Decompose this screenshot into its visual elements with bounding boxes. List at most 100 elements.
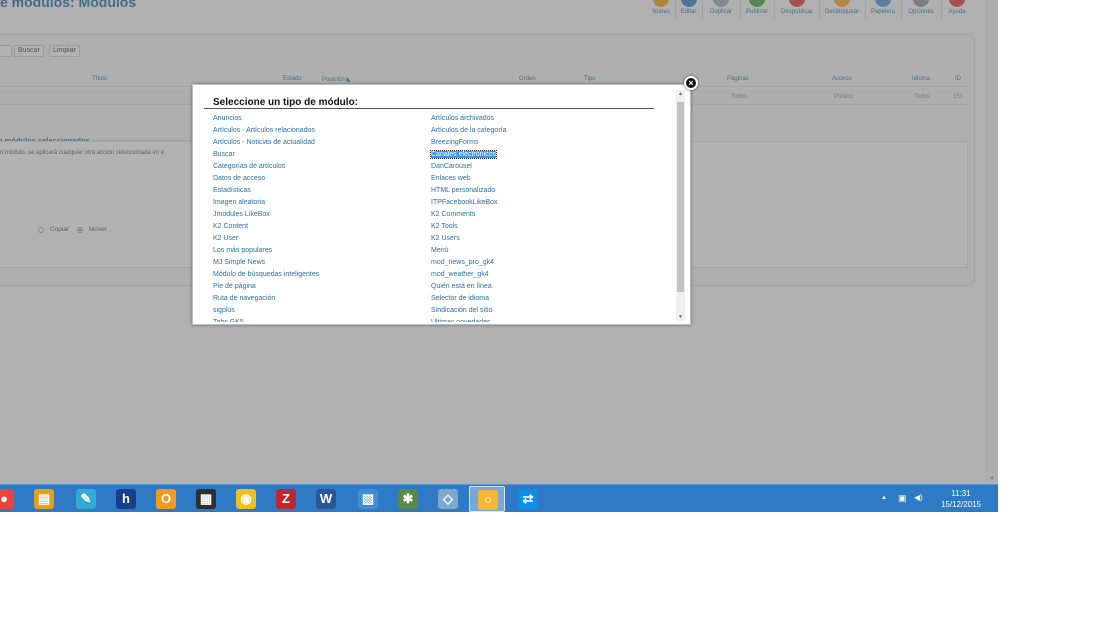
module-type-label: Artículos - Noticias de actualidad (213, 139, 315, 146)
module-type-item[interactable]: ITPFacebookLikeBox (431, 197, 641, 209)
module-type-label: mod_weather_gk4 (431, 271, 489, 278)
module-type-label: Módulo de búsquedas inteligentes (213, 271, 320, 278)
scroll-down-icon[interactable]: ▼ (678, 314, 683, 320)
module-type-item[interactable]: Tabs GK5 (213, 317, 423, 322)
game-app-icon: ▦ (196, 489, 216, 509)
module-type-label: Ruta de navegación (213, 295, 276, 302)
word-icon: W (316, 489, 336, 509)
tray-expand-icon[interactable]: ▲ (881, 495, 887, 501)
taskbar-app-hotspot[interactable]: h (108, 486, 144, 512)
module-type-item[interactable]: Módulo de búsquedas inteligentes (213, 269, 423, 281)
taskbar-app-chrome[interactable]: ● (0, 486, 22, 512)
module-type-label: mod_news_pro_gk4 (431, 259, 495, 266)
module-type-label: sigplus (213, 307, 235, 314)
module-type-item[interactable]: Pie de página (213, 281, 423, 293)
taskbar-app-paint[interactable]: ▧ (350, 486, 386, 512)
module-type-item[interactable]: DanCarousel (431, 161, 641, 173)
module-type-item[interactable]: MJ Simple News (213, 257, 423, 269)
taskbar-app-filezilla[interactable]: Z (268, 486, 304, 512)
module-type-label: HTML personalizado (431, 187, 496, 194)
module-type-item[interactable]: sigplus (213, 305, 423, 317)
desktop-screen: e módulos: Módulos NuevoEditarDuplicarPu… (0, 0, 998, 512)
module-type-label: K2 Content (213, 223, 249, 230)
module-type-label: BreezingForms (431, 139, 479, 146)
module-type-item[interactable]: Anuncios (213, 113, 423, 125)
module-type-item[interactable]: K2 Comments (431, 209, 641, 221)
dialog-scrollbar[interactable]: ▲ ▼ (676, 90, 685, 321)
module-type-item[interactable]: Datos de acceso (213, 173, 423, 185)
module-type-label: K2 Comments (431, 211, 476, 218)
module-type-label: ITPFacebookLikeBox (431, 199, 498, 206)
module-type-item[interactable]: Últimas novedades (431, 317, 641, 322)
filezilla-icon: Z (276, 489, 296, 509)
module-type-label: Anuncios (213, 115, 242, 122)
teamviewer-icon: ⇄ (518, 489, 538, 509)
module-type-item[interactable]: BreezingForms (431, 137, 641, 149)
taskbar-app-word[interactable]: W (308, 486, 344, 512)
module-type-item[interactable]: K2 User (213, 233, 423, 245)
chrome-icon: ● (0, 489, 14, 509)
module-type-label: K2 Users (431, 235, 460, 242)
module-type-label: Buscar (213, 151, 235, 158)
module-type-item[interactable]: Los más populares (213, 245, 423, 257)
module-type-item[interactable]: K2 Tools (431, 221, 641, 233)
scroll-up-icon[interactable]: ▲ (678, 91, 683, 97)
module-type-label: MJ Simple News (213, 259, 266, 266)
module-type-item[interactable]: HTML personalizado (431, 185, 641, 197)
module-type-item[interactable]: Buscar (213, 149, 423, 161)
module-type-item[interactable]: Jmodules LikeBox (213, 209, 423, 221)
module-type-item[interactable]: Artículos archivados (431, 113, 641, 125)
module-type-label: Quién está en línea (431, 283, 492, 290)
module-type-item[interactable]: mod_news_pro_gk4 (431, 257, 641, 269)
module-type-label: Artículos - Artículos relacionados (213, 127, 315, 134)
module-type-item[interactable]: Sindicación del sitio (431, 305, 641, 317)
module-type-item[interactable]: Enlaces web (431, 173, 641, 185)
module-type-item[interactable]: Canales electrónicos (430, 149, 641, 161)
module-type-item[interactable]: Quién está en línea (431, 281, 641, 293)
module-type-item[interactable]: Selector de idioma (431, 293, 641, 305)
module-type-item[interactable]: Menú (431, 245, 641, 257)
module-type-label: Enlaces web (431, 175, 471, 182)
module-type-item[interactable]: Artículos de la categoría (431, 125, 641, 137)
taskbar-app-burner[interactable]: ◉ (228, 486, 264, 512)
dialog-scroll-thumb[interactable] (677, 102, 684, 292)
module-type-label: K2 Tools (431, 223, 458, 230)
clock-date: 15/12/2015 (940, 500, 982, 509)
network-icon[interactable]: ▣ (898, 493, 907, 504)
module-type-label: Jmodules LikeBox (213, 211, 270, 218)
module-type-label: Categorías de artículos (213, 163, 286, 170)
module-type-item[interactable]: K2 Users (431, 233, 641, 245)
taskbar-app-teamviewer[interactable]: ⇄ (510, 486, 546, 512)
clock[interactable]: 11:31 15/12/2015 (936, 488, 986, 510)
clock-time: 11:31 (951, 489, 971, 498)
folder-app-icon: ▤ (34, 489, 54, 509)
module-type-item[interactable]: Artículos - Noticias de actualidad (213, 137, 423, 149)
module-type-item[interactable]: Artículos - Artículos relacionados (213, 125, 423, 137)
taskbar-app-browser-active[interactable]: ○ (469, 486, 505, 512)
module-type-item[interactable]: Imagen aleatoria (213, 197, 423, 209)
module-type-item[interactable]: Categorías de artículos (213, 161, 423, 173)
module-list-left: Anuncios Artículos - Artículos relacionad… (213, 113, 423, 322)
active-browser-icon: ○ (478, 490, 498, 510)
module-type-label: DanCarousel (431, 163, 472, 170)
module-type-item[interactable]: K2 Content (213, 221, 423, 233)
module-type-label: Datos de acceso (213, 175, 266, 182)
taskbar-app-explorer-files[interactable]: ▤ (26, 486, 62, 512)
module-type-label: Canales electrónicos (430, 150, 497, 159)
module-type-label: Pie de página (213, 283, 256, 290)
module-type-item[interactable]: mod_weather_gk4 (431, 269, 641, 281)
module-type-item[interactable]: Estadísticas (213, 185, 423, 197)
taskbar-app-notes[interactable]: ✎ (68, 486, 104, 512)
disc-app-icon: ◉ (236, 489, 256, 509)
taskbar-app-outlook[interactable]: O (148, 486, 184, 512)
tools-app-icon: ✱ (398, 489, 418, 509)
module-type-item[interactable]: Ruta de navegación (213, 293, 423, 305)
taskbar-app-game[interactable]: ▦ (188, 486, 224, 512)
module-list-right: Artículos archivados Artículos de la cate… (430, 113, 641, 322)
module-type-label: Sindicación del sitio (431, 307, 493, 314)
volume-icon[interactable]: ◀) (914, 493, 923, 502)
taskbar-app-tools[interactable]: ✱ (390, 486, 426, 512)
close-icon[interactable]: × (684, 76, 698, 90)
taskbar-app-virtualbox[interactable]: ◇ (430, 486, 466, 512)
module-type-label: Tabs GK5 (213, 319, 244, 322)
